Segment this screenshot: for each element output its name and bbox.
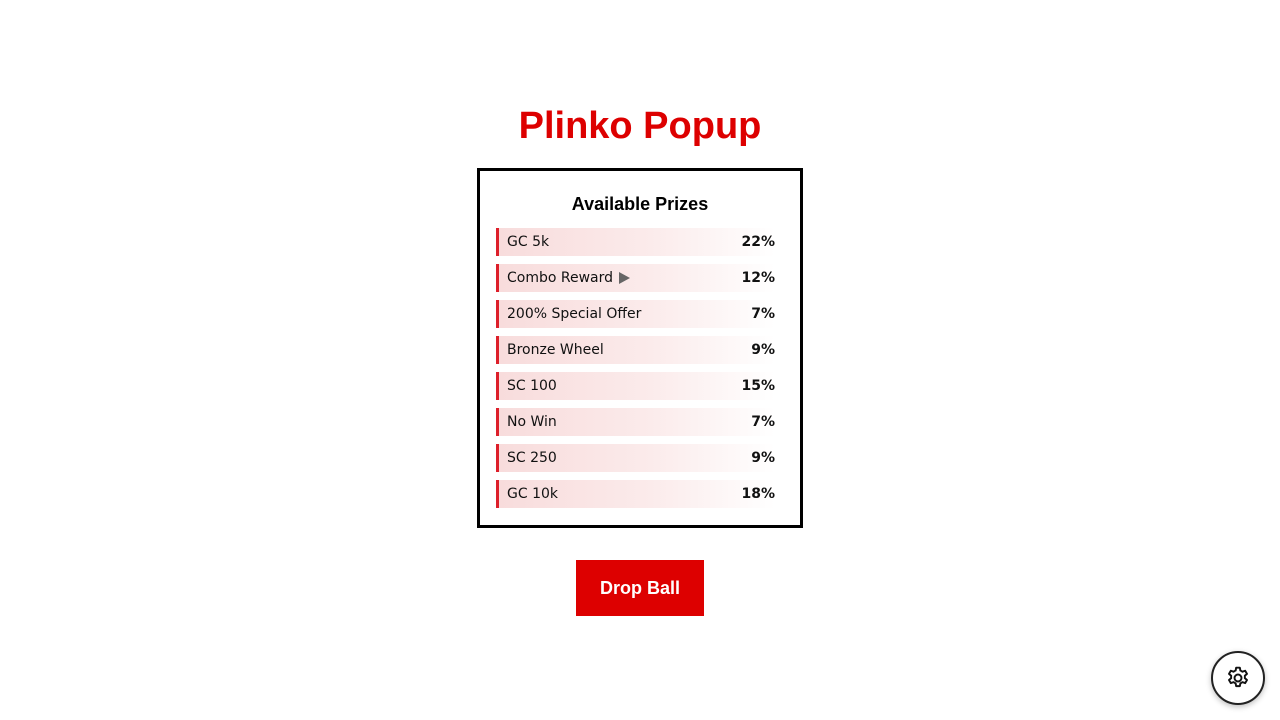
- prize-panel: Available Prizes GC 5k 22% Combo Reward …: [477, 168, 803, 528]
- gear-icon: [1225, 665, 1251, 691]
- prize-label: SC 100: [507, 378, 557, 394]
- prize-label: SC 250: [507, 450, 557, 466]
- prize-percent: 9%: [751, 450, 775, 466]
- settings-button[interactable]: [1211, 651, 1265, 705]
- page-title: Plinko Popup: [518, 105, 762, 147]
- prize-label: GC 5k: [507, 234, 550, 250]
- prize-label: 200% Special Offer: [507, 306, 642, 322]
- prize-row: 200% Special Offer 7%: [496, 300, 775, 328]
- prize-label: Combo Reward: [507, 270, 631, 286]
- prize-label: Bronze Wheel: [507, 342, 604, 358]
- prize-row: Combo Reward 12%: [496, 264, 775, 292]
- prize-percent: 9%: [751, 342, 775, 358]
- prize-row: Bronze Wheel 9%: [496, 336, 775, 364]
- prize-percent: 12%: [741, 270, 775, 286]
- prize-row: SC 250 9%: [496, 444, 775, 472]
- prize-row: GC 5k 22%: [496, 228, 775, 256]
- prize-row: No Win 7%: [496, 408, 775, 436]
- prize-percent: 7%: [751, 414, 775, 430]
- prize-label: GC 10k: [507, 486, 558, 502]
- prize-row: GC 10k 18%: [496, 480, 775, 508]
- drop-ball-button[interactable]: Drop Ball: [576, 560, 704, 616]
- prize-label: No Win: [507, 414, 557, 430]
- play-icon[interactable]: [619, 272, 631, 284]
- plinko-page: Plinko Popup Available Prizes GC 5k 22% …: [0, 0, 1280, 720]
- prize-percent: 15%: [741, 378, 775, 394]
- prizes-heading: Available Prizes: [571, 194, 709, 214]
- prize-row: SC 100 15%: [496, 372, 775, 400]
- prize-list: GC 5k 22% Combo Reward 12% 200% Special …: [480, 228, 800, 508]
- prize-percent: 18%: [741, 486, 775, 502]
- prize-percent: 7%: [751, 306, 775, 322]
- prize-percent: 22%: [741, 234, 775, 250]
